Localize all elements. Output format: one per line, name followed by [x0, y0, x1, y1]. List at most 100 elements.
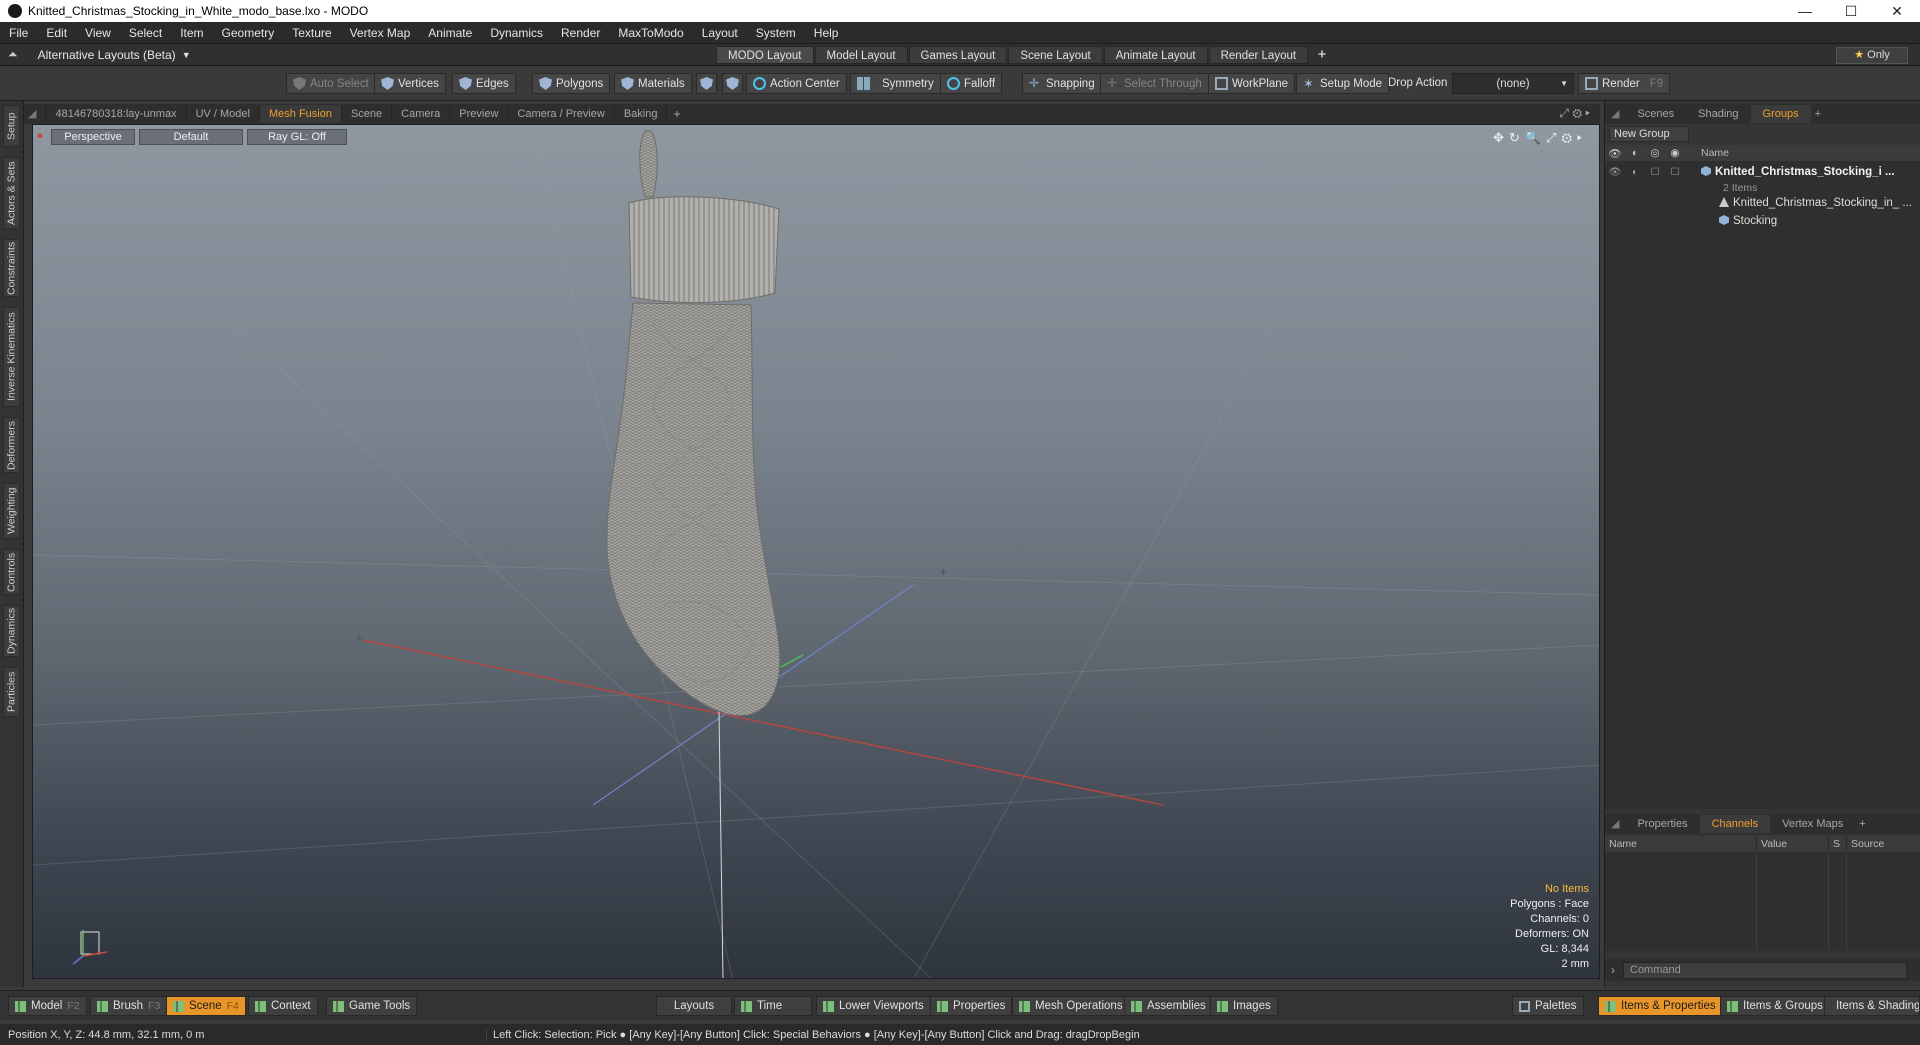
vtab-weighting[interactable]: Weighting: [3, 483, 20, 539]
vtab-inverse-kinematics[interactable]: Inverse Kinematics: [3, 307, 20, 407]
tab-scene[interactable]: Scene: [342, 105, 393, 123]
tab-properties[interactable]: Properties: [1625, 815, 1699, 833]
new-group-button[interactable]: New Group: [1609, 126, 1689, 142]
tree-item-row[interactable]: Knitted_Christmas_Stocking_in_ ...: [1605, 194, 1920, 212]
menu-animate[interactable]: Animate: [419, 26, 481, 40]
falloff-button[interactable]: Falloff: [940, 73, 1003, 94]
vtab-constraints[interactable]: Constraints: [3, 239, 20, 297]
menu-file[interactable]: File: [0, 26, 37, 40]
time-button[interactable]: Time: [734, 996, 812, 1016]
tab-lay-unmax[interactable]: 48146780318:lay-unmax: [46, 105, 187, 123]
tab-scenes[interactable]: Scenes: [1625, 105, 1686, 123]
symmetry-button[interactable]: Symmetry: [850, 73, 941, 94]
model-button[interactable]: Model F2: [8, 996, 87, 1016]
layouts-button[interactable]: Layouts: [656, 996, 732, 1016]
menu-system[interactable]: System: [747, 26, 805, 40]
collapse-icon[interactable]: ⏶: [8, 47, 18, 62]
vtab-controls[interactable]: Controls: [3, 549, 20, 595]
items-shading-button[interactable]: Items & Shading: [1824, 996, 1920, 1016]
alternative-layouts-dropdown[interactable]: ⏶ Alternative Layouts (Beta) ▼: [8, 47, 191, 62]
tree-item-row[interactable]: Stocking: [1605, 212, 1920, 230]
selection-shield-button-1[interactable]: [696, 73, 717, 94]
tab-camera[interactable]: Camera: [392, 105, 451, 123]
tab-uv-model[interactable]: UV / Model: [187, 105, 260, 123]
panel-menu-icon[interactable]: ◢: [1605, 105, 1625, 123]
vtab-dynamics[interactable]: Dynamics: [3, 605, 20, 657]
tab-mesh-fusion[interactable]: Mesh Fusion: [259, 105, 342, 123]
select-through-button[interactable]: ✛ Select Through: [1100, 73, 1209, 94]
lower-viewports-button[interactable]: Lower Viewports: [816, 996, 931, 1016]
tab-games-layout[interactable]: Games Layout: [908, 46, 1008, 64]
menu-edit[interactable]: Edit: [37, 26, 76, 40]
render-icon[interactable]: ◐: [1625, 167, 1645, 178]
polygons-button[interactable]: Polygons: [532, 73, 611, 94]
lock-icon[interactable]: ◎: [1645, 147, 1665, 159]
vtab-setup[interactable]: Setup: [3, 105, 20, 147]
items-properties-button[interactable]: Items & Properties: [1598, 996, 1723, 1016]
menu-geometry[interactable]: Geometry: [213, 26, 284, 40]
render-toggle-icon[interactable]: ◐: [1625, 147, 1645, 159]
tab-shading[interactable]: Shading: [1686, 105, 1750, 123]
drop-action-select[interactable]: (none) ▼: [1452, 73, 1574, 94]
workplane-button[interactable]: WorkPlane: [1208, 73, 1296, 94]
eye-icon[interactable]: 👁: [1605, 147, 1625, 160]
minimize-icon[interactable]: —: [1782, 3, 1828, 19]
vertices-button[interactable]: Vertices: [374, 73, 446, 94]
only-button[interactable]: ★ Only: [1836, 47, 1908, 64]
viewport-tab-options-icon[interactable]: ⤢ ⚙ ▸: [1559, 106, 1590, 121]
menu-item[interactable]: Item: [171, 26, 212, 40]
menu-vertex-map[interactable]: Vertex Map: [341, 26, 420, 40]
shading-mode-button[interactable]: Default: [139, 129, 243, 145]
vtab-actors-sets[interactable]: Actors & Sets: [3, 157, 20, 229]
tab-model-layout[interactable]: Model Layout: [814, 46, 908, 64]
game-tools-button[interactable]: Game Tools: [326, 996, 418, 1016]
palettes-button[interactable]: Palettes: [1512, 996, 1584, 1016]
edges-button[interactable]: Edges: [452, 73, 516, 94]
viewport-menu-icon[interactable]: ●: [33, 129, 47, 145]
select-icon[interactable]: ◉: [1665, 147, 1685, 159]
setup-mode-button[interactable]: ✶ Setup Mode: [1296, 73, 1390, 94]
add-panel-tab-button[interactable]: +: [1855, 815, 1869, 833]
items-groups-button[interactable]: Items & Groups: [1720, 996, 1830, 1016]
tab-preview[interactable]: Preview: [450, 105, 509, 123]
tab-baking[interactable]: Baking: [615, 105, 668, 123]
brush-button[interactable]: Brush F3: [90, 996, 168, 1016]
materials-button[interactable]: Materials: [614, 73, 692, 94]
tab-animate-layout[interactable]: Animate Layout: [1103, 46, 1208, 64]
tab-menu-icon[interactable]: ◢: [24, 105, 47, 123]
maximize-icon[interactable]: ☐: [1828, 3, 1874, 20]
close-icon[interactable]: ✕: [1874, 3, 1920, 20]
vtab-deformers[interactable]: Deformers: [3, 417, 20, 473]
menu-help[interactable]: Help: [805, 26, 848, 40]
selection-shield-button-2[interactable]: [722, 73, 743, 94]
view-type-button[interactable]: Perspective: [51, 129, 135, 145]
tree-group-row[interactable]: 👁 ◐ ☐ ☐ Knitted_Christmas_Stocking_i ...: [1605, 163, 1920, 181]
auto-select-button[interactable]: Auto Select: [286, 73, 376, 94]
mesh-operations-button[interactable]: Mesh Operations: [1012, 996, 1130, 1016]
command-input[interactable]: Command: [1623, 961, 1907, 979]
tab-channels[interactable]: Channels: [1699, 815, 1771, 833]
checkbox-icon[interactable]: ☐: [1665, 167, 1685, 178]
menu-dynamics[interactable]: Dynamics: [481, 26, 552, 40]
context-button[interactable]: Context: [248, 996, 318, 1016]
tab-modo-layout[interactable]: MODO Layout: [716, 46, 814, 64]
add-panel-tab-button[interactable]: +: [1811, 105, 1825, 123]
tab-scene-layout[interactable]: Scene Layout: [1008, 46, 1103, 64]
raygl-button[interactable]: Ray GL: Off: [247, 129, 347, 145]
scene-button[interactable]: Scene F4: [166, 996, 246, 1016]
images-button[interactable]: Images: [1210, 996, 1278, 1016]
menu-select[interactable]: Select: [120, 26, 171, 40]
render-button[interactable]: Render F9: [1578, 73, 1671, 94]
panel-menu-icon[interactable]: ◢: [1605, 815, 1625, 833]
snapping-button[interactable]: ✛ Snapping: [1022, 73, 1102, 94]
menu-texture[interactable]: Texture: [283, 26, 340, 40]
tab-groups[interactable]: Groups: [1750, 105, 1811, 123]
tab-vertex-maps[interactable]: Vertex Maps: [1770, 815, 1855, 833]
menu-maxtomodo[interactable]: MaxToModo: [609, 26, 692, 40]
visibility-icon[interactable]: 👁: [1605, 167, 1625, 178]
3d-viewport[interactable]: + + ● Perspective Default Ray GL: Off ✥↻…: [32, 124, 1600, 979]
menu-render[interactable]: Render: [552, 26, 609, 40]
tab-camera-preview[interactable]: Camera / Preview: [508, 105, 615, 123]
tab-render-layout[interactable]: Render Layout: [1208, 46, 1309, 64]
action-center-button[interactable]: Action Center: [746, 73, 847, 94]
